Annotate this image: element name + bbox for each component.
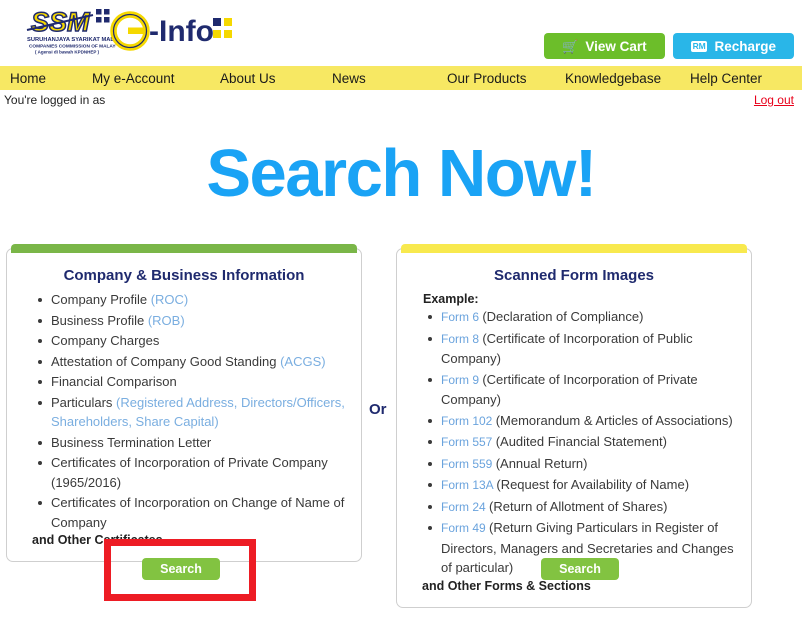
- form-number: Form 13A: [441, 478, 497, 492]
- form-number: Form 102: [441, 413, 496, 428]
- left-panel-body: Company Profile (ROC) Business Profile (…: [7, 290, 361, 561]
- hero-section: Search Now!: [0, 112, 802, 207]
- form-description: (Request for Availability of Name): [496, 477, 690, 492]
- logout-link[interactable]: Log out: [754, 93, 794, 107]
- form-number: Form 8: [441, 331, 483, 346]
- list-item[interactable]: Financial Comparison: [38, 372, 347, 392]
- recharge-button[interactable]: RM Recharge: [672, 33, 794, 59]
- form-number: Form 559: [441, 456, 496, 471]
- nav-item-about-us[interactable]: About Us: [220, 71, 332, 86]
- logged-in-text: You're logged in as: [4, 93, 106, 107]
- item-text: Financial Comparison: [51, 374, 177, 389]
- shopping-cart-icon: 🛒: [562, 38, 579, 54]
- or-separator-label: Or: [369, 401, 387, 418]
- search-options: Company & Business Information Company P…: [0, 244, 802, 608]
- page-title: Search Now!: [206, 136, 597, 211]
- list-item[interactable]: Business Termination Letter: [38, 433, 347, 453]
- svg-text:-Info: -Info: [149, 15, 214, 48]
- main-navigation: Home My e-Account About Us News Our Prod…: [0, 66, 802, 90]
- form-description: (Annual Return): [495, 455, 588, 471]
- form-description: (Audited Financial Statement): [495, 434, 667, 449]
- list-item[interactable]: Form 557 (Audited Financial Statement): [428, 432, 737, 453]
- nav-item-help-center[interactable]: Help Center: [690, 71, 762, 86]
- item-subtext: (ROB): [147, 312, 185, 328]
- item-subtext: (ACGS): [280, 353, 326, 369]
- company-business-information-panel: Company & Business Information Company P…: [6, 244, 362, 562]
- nav-item-my-e-account[interactable]: My e-Account: [92, 71, 220, 86]
- list-item[interactable]: Business Profile (ROB): [38, 311, 347, 331]
- svg-text:SURUHANJAYA SYARIKAT MALAYSIA: SURUHANJAYA SYARIKAT MALAYSIA: [27, 37, 116, 43]
- left-search-button[interactable]: Search: [142, 558, 220, 580]
- view-cart-button[interactable]: 🛒 View Cart: [544, 33, 665, 59]
- form-description: (Memorandum & Articles of Associations): [495, 412, 733, 428]
- form-number: Form 9: [441, 372, 483, 387]
- item-text: Business Profile: [51, 312, 148, 328]
- nav-item-home[interactable]: Home: [10, 71, 92, 86]
- right-panel-title: Scanned Form Images: [493, 267, 655, 284]
- form-number: Form 557: [441, 435, 496, 449]
- header-actions: 🛒 View Cart RM Recharge: [544, 33, 794, 59]
- session-bar: You're logged in as Log out: [0, 90, 802, 112]
- company-info-list: Company Profile (ROC) Business Profile (…: [21, 290, 347, 532]
- list-item[interactable]: Form 9 (Certificate of Incorporation of …: [428, 370, 737, 410]
- list-item[interactable]: Form 8 (Certificate of Incorporation of …: [428, 329, 737, 369]
- list-item[interactable]: Certificates of Incorporation of Private…: [38, 453, 347, 492]
- list-item[interactable]: Company Charges: [38, 331, 347, 351]
- page-header: SSM SURUHANJAYA SYARIKAT MALAYSIA COMPAN…: [0, 0, 802, 66]
- panel-accent-bar-green: [11, 244, 357, 253]
- nav-item-news[interactable]: News: [332, 71, 447, 86]
- left-panel-footer-note: and Other Certificates: [32, 533, 163, 547]
- form-number: Form 49: [441, 521, 490, 535]
- form-number: Form 24: [441, 499, 490, 514]
- scanned-form-images-panel: Scanned Form Images Example: Form 6 (Dec…: [396, 244, 752, 608]
- list-item[interactable]: Form 13A (Request for Availability of Na…: [428, 475, 737, 496]
- list-item[interactable]: Form 6 (Declaration of Compliance): [428, 307, 737, 328]
- item-subtext: (ROC): [150, 292, 189, 307]
- rm-currency-icon: RM: [690, 40, 708, 52]
- item-text: Certificates of Incorporation of Private…: [51, 455, 328, 490]
- form-description: (Declaration of Compliance): [482, 309, 644, 324]
- item-text: Company Charges: [51, 333, 160, 348]
- list-item[interactable]: Form 102 (Memorandum & Articles of Assoc…: [428, 411, 737, 432]
- list-item[interactable]: Certificates of Incorporation on Change …: [38, 493, 347, 532]
- nav-item-knowledgebase[interactable]: Knowledgebase: [565, 71, 690, 86]
- einfo-logo[interactable]: -Info: [110, 8, 240, 54]
- form-description: (Return of Allotment of Shares): [489, 498, 668, 514]
- list-item[interactable]: Attestation of Company Good Standing (AC…: [38, 352, 347, 372]
- list-item[interactable]: Particulars (Registered Address, Directo…: [38, 393, 347, 432]
- right-panel-footer-note: and Other Forms & Sections: [422, 578, 591, 593]
- list-item[interactable]: Form 24 (Return of Allotment of Shares): [428, 497, 737, 518]
- panel-accent-bar-yellow: [401, 244, 747, 253]
- item-text: Company Profile: [51, 292, 151, 307]
- right-search-button[interactable]: Search: [541, 558, 619, 580]
- form-number: Form 6: [441, 310, 483, 324]
- item-text: Business Termination Letter: [51, 434, 212, 450]
- svg-text:COMPANIES COMMISSION OF MALAYS: COMPANIES COMMISSION OF MALAYSIA: [29, 44, 116, 50]
- item-text: Certificates of Incorporation on Change …: [51, 495, 345, 530]
- item-text: Particulars: [51, 394, 117, 410]
- nav-item-our-products[interactable]: Our Products: [447, 71, 565, 86]
- left-panel-title: Company & Business Information: [63, 267, 305, 284]
- view-cart-label: View Cart: [585, 38, 647, 54]
- example-label: Example:: [423, 292, 479, 306]
- scanned-forms-list: Form 6 (Declaration of Compliance) Form …: [411, 307, 737, 578]
- list-item[interactable]: Form 559 (Annual Return): [428, 454, 737, 475]
- recharge-label: Recharge: [714, 38, 776, 54]
- ssm-logo[interactable]: SSM SURUHANJAYA SYARIKAT MALAYSIA COMPAN…: [26, 2, 131, 58]
- svg-text:( Agensi di bawah KPDNHEP ): ( Agensi di bawah KPDNHEP ): [35, 50, 100, 55]
- list-item[interactable]: Company Profile (ROC): [38, 290, 347, 310]
- item-text: Attestation of Company Good Standing: [51, 353, 281, 369]
